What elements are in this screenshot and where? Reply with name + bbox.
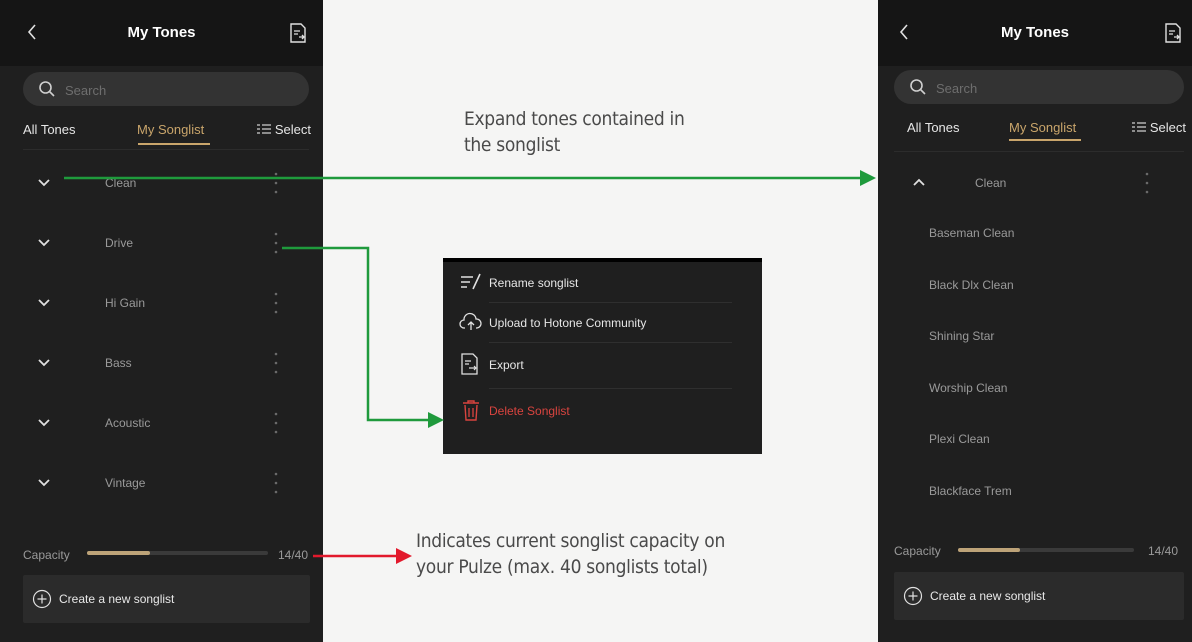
menu-arrowhead	[428, 412, 444, 428]
annotation-arrows	[64, 170, 876, 564]
expand-arrowhead	[860, 170, 876, 186]
menu-arrow-line	[282, 246, 430, 422]
capacity-arrowhead	[396, 548, 412, 564]
